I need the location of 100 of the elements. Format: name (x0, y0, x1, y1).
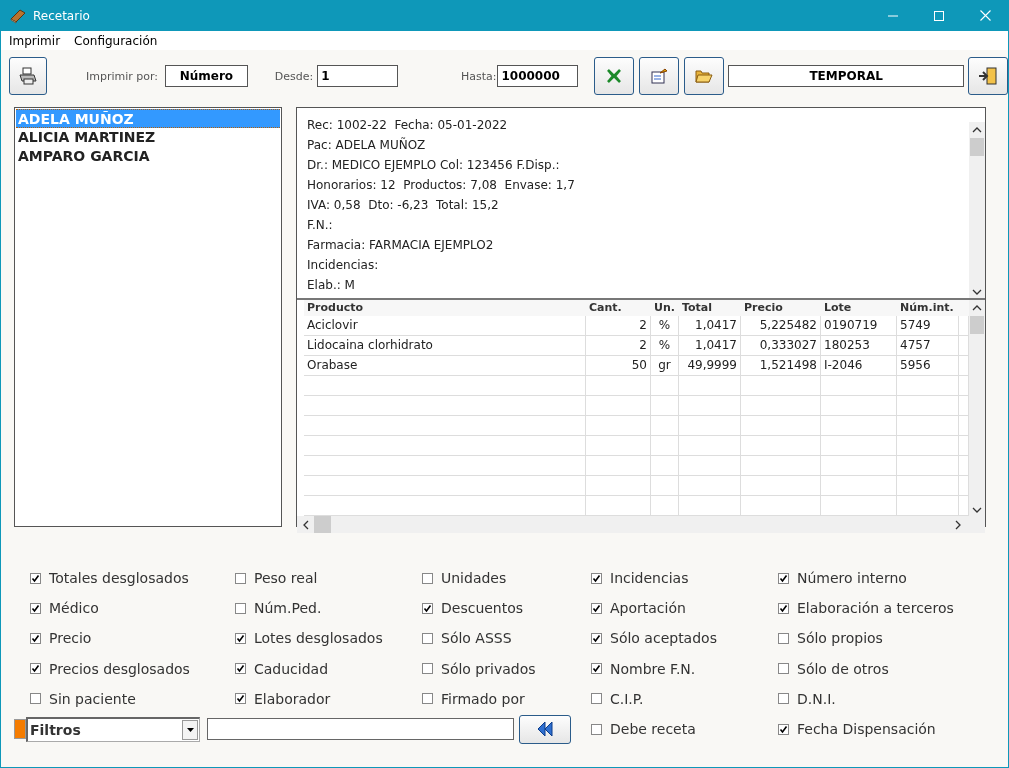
checkmark-icon (31, 573, 40, 583)
prescription-detail-line: Elab.: M (307, 278, 356, 294)
checkbox[interactable] (591, 602, 602, 614)
checkbox[interactable] (235, 632, 246, 644)
checkmark-icon (236, 664, 245, 674)
checkbox[interactable] (591, 632, 602, 644)
checkbox-label[interactable]: Sólo privados (441, 660, 536, 677)
checkbox-label[interactable]: Fecha Dispensación (797, 721, 936, 738)
checkbox[interactable] (591, 723, 602, 735)
column-header[interactable]: Producto (304, 300, 586, 316)
column-header[interactable]: Cant. (586, 300, 651, 316)
checkbox[interactable] (778, 663, 789, 675)
close-icon (979, 10, 991, 21)
checkbox[interactable] (30, 663, 41, 675)
checkbox-label[interactable]: Nombre F.N. (610, 660, 696, 677)
checkbox-label[interactable]: Aportación (610, 600, 686, 617)
checkbox-label[interactable]: Unidades (441, 570, 507, 587)
checkbox-label[interactable]: Descuentos (441, 600, 524, 617)
checkbox[interactable] (235, 602, 246, 614)
checkbox-label[interactable]: Lotes desglosados (254, 630, 383, 647)
export-button[interactable] (594, 57, 635, 95)
checkbox-label[interactable]: Sólo ASSS (441, 630, 512, 647)
checkmark-icon (423, 603, 432, 613)
checkbox[interactable] (422, 663, 433, 675)
checkbox[interactable] (422, 602, 433, 614)
checkbox-label[interactable]: Núm.Ped. (254, 600, 322, 617)
column-header[interactable]: Lote (821, 300, 897, 316)
checkbox[interactable] (30, 602, 41, 614)
folder-name-field[interactable]: TEMPORAL (728, 65, 964, 87)
prescription-detail-line: Rec: 1002-22 Fecha: 05-01-2022 (307, 118, 509, 134)
checkbox[interactable] (30, 693, 41, 705)
checkbox-label[interactable]: Sólo propios (797, 630, 883, 647)
checkbox[interactable] (30, 632, 41, 644)
checkbox[interactable] (235, 572, 246, 584)
checkbox-label[interactable]: Sólo de otros (797, 660, 889, 677)
checkbox[interactable] (591, 693, 602, 705)
checkbox[interactable] (422, 632, 433, 644)
scroll-thumb[interactable] (314, 516, 331, 533)
menu-item[interactable]: Imprimir (2, 33, 68, 48)
checkmark-icon (236, 694, 245, 704)
table-cell: 0190719 (821, 316, 897, 335)
checkbox[interactable] (778, 693, 789, 705)
checkbox[interactable] (235, 663, 246, 675)
checkbox[interactable] (235, 693, 246, 705)
exit-button[interactable] (968, 57, 1008, 95)
checkbox-label[interactable]: Precios desglosados (49, 660, 190, 677)
checkbox-label[interactable]: Firmado por (441, 690, 525, 707)
checkbox-label[interactable]: Caducidad (254, 660, 329, 677)
checkbox[interactable] (30, 572, 41, 584)
to-field[interactable]: 1000000 (497, 65, 579, 87)
rewind-button[interactable] (519, 714, 571, 744)
checkbox-label[interactable]: C.I.P. (610, 690, 644, 707)
checkbox[interactable] (591, 663, 602, 675)
vertical-scrollbar[interactable] (969, 300, 985, 516)
checkbox[interactable] (778, 572, 789, 584)
filter-input-field[interactable] (207, 718, 514, 741)
checkbox-label[interactable]: Sin paciente (49, 690, 136, 707)
patient-list-item[interactable]: AMPARO GARCIA (16, 147, 280, 166)
checkbox[interactable] (778, 632, 789, 644)
column-header[interactable]: Núm.int. (897, 300, 959, 316)
table-cell: 5,225482 (741, 316, 821, 335)
checkbox-label[interactable]: Precio (49, 630, 92, 647)
checkbox[interactable] (422, 693, 433, 705)
checkbox[interactable] (591, 572, 602, 584)
checkmark-icon (31, 603, 40, 613)
print-button[interactable] (9, 57, 47, 95)
table-cell: Aciclovir (304, 316, 586, 335)
from-field[interactable]: 1 (317, 65, 398, 87)
checkbox-label[interactable]: Médico (49, 600, 99, 617)
column-header[interactable]: Total (679, 300, 741, 316)
checkbox[interactable] (778, 723, 789, 735)
horizontal-scrollbar[interactable] (297, 516, 985, 533)
checkmark-icon (31, 633, 40, 643)
checkmark-icon (779, 573, 788, 583)
checkbox-label[interactable]: Debe receta (610, 721, 696, 738)
column-header[interactable]: Un. (651, 300, 679, 316)
scroll-thumb[interactable] (970, 316, 984, 334)
patient-list-item[interactable]: ALICIA MARTINEZ (16, 128, 280, 147)
scroll-thumb[interactable] (970, 138, 984, 156)
checkbox[interactable] (778, 602, 789, 614)
checkbox[interactable] (422, 572, 433, 584)
checkbox-label[interactable]: Incidencias (610, 570, 689, 587)
checkbox-label[interactable]: Número interno (797, 570, 907, 587)
checkbox-label[interactable]: D.N.I. (797, 690, 836, 707)
filter-dropdown[interactable]: Filtros (26, 716, 200, 742)
printer-icon (18, 67, 38, 85)
prescription-detail-line: Farmacia: FARMACIA EJEMPLO2 (307, 238, 495, 254)
checkbox-label[interactable]: Elaboración a terceros (797, 600, 954, 617)
checkbox-label[interactable]: Totales desglosados (49, 570, 189, 587)
document-button[interactable] (639, 57, 680, 95)
checkmark-icon (592, 573, 601, 583)
vertical-scrollbar[interactable] (969, 122, 985, 298)
checkbox-label[interactable]: Elaborador (254, 690, 331, 707)
menu-item[interactable]: Configuración (67, 33, 165, 48)
checkbox-label[interactable]: Peso real (254, 570, 318, 587)
column-header[interactable]: Precio (741, 300, 821, 316)
checkbox-label[interactable]: Sólo aceptados (610, 630, 717, 647)
maximize-icon (934, 10, 944, 21)
print-by-field[interactable]: Número (165, 65, 248, 87)
folder-button[interactable] (684, 57, 725, 95)
